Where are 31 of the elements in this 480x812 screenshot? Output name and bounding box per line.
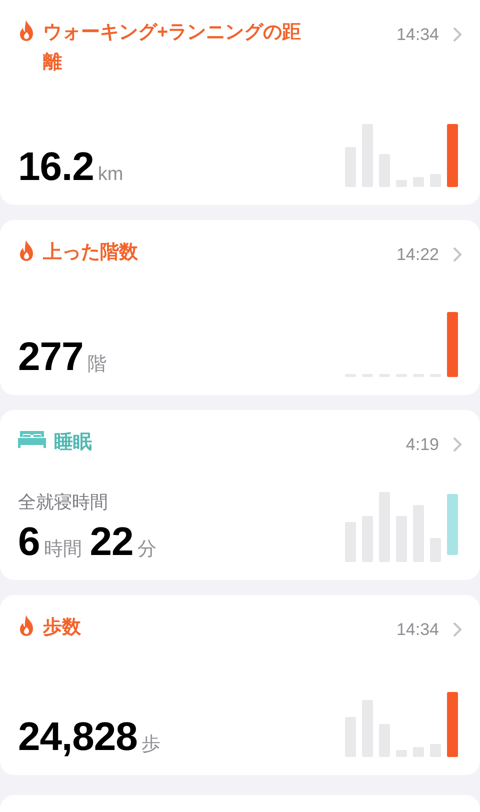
card-title: 上った階数 (43, 241, 138, 265)
card-background[interactable]: 歩数 14:34 24,828 歩 (0, 595, 480, 775)
chevron-icon (453, 247, 462, 262)
value-unit: 歩 (141, 733, 160, 757)
card-title: ウォーキング+ランニングの距離 (43, 21, 302, 75)
value-unit: 分 (137, 538, 156, 562)
flame-icon (18, 240, 35, 262)
chevron-icon (453, 437, 462, 452)
timestamp: 4:19 (406, 434, 439, 456)
chevron-icon (453, 27, 462, 42)
timestamp: 14:34 (396, 24, 439, 46)
value-number: 6 (18, 519, 40, 566)
timestamp: 14:22 (396, 244, 439, 266)
card-background[interactable]: 上った階数 14:22 277 階 (0, 220, 480, 395)
card-background[interactable]: ウォーキング+ランニングの距離 14:34 16.2 km (0, 0, 480, 205)
value-number: 24,828 (18, 714, 138, 761)
flame-icon (18, 20, 35, 42)
card-title: 歩数 (43, 616, 81, 640)
flame-icon (18, 615, 35, 637)
timestamp: 14:34 (396, 619, 439, 641)
card-background[interactable]: 睡眠 4:19 全就寝時間 6 時間 22 分 (0, 410, 480, 580)
chevron-icon (453, 622, 462, 638)
value-unit: 時間 (44, 538, 82, 562)
card-title: 睡眠 (54, 431, 92, 455)
value-number: 16.2 (18, 144, 94, 191)
value-caption: 全就寝時間 (18, 491, 109, 514)
value-unit: km (98, 163, 124, 187)
value-unit: 階 (87, 353, 106, 377)
value-number: 22 (90, 519, 134, 566)
value-number: 277 (18, 334, 84, 381)
bed-icon (18, 430, 46, 448)
